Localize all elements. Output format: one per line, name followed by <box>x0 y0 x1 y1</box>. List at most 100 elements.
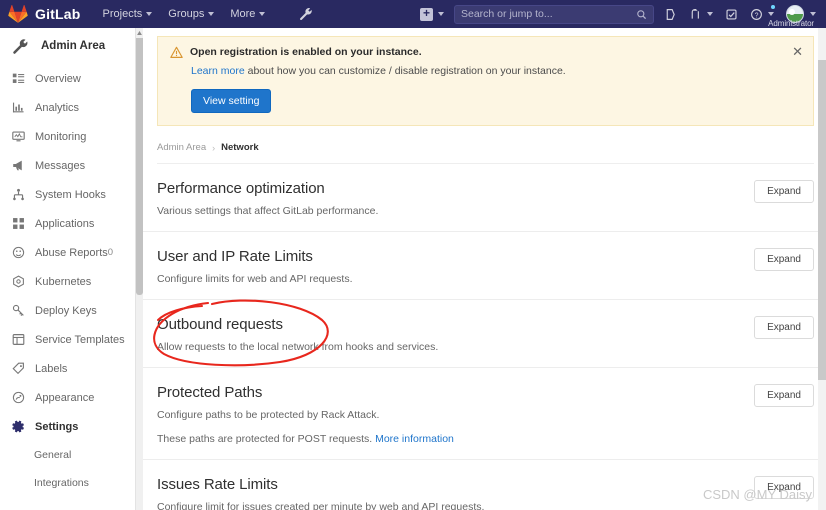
expand-button[interactable]: Expand <box>754 180 814 203</box>
deploy-keys-icon <box>12 304 24 316</box>
alert-title: Open registration is enabled on your ins… <box>190 46 422 58</box>
sidebar-subitem-general[interactable]: General <box>0 441 135 469</box>
sidebar-item-analytics[interactable]: Analytics <box>0 93 135 122</box>
section-note: These paths are protected for POST reque… <box>157 433 814 445</box>
monitoring-icon <box>12 131 25 142</box>
sidebar-item-settings-label: Settings <box>35 420 79 433</box>
learn-more-link[interactable]: Learn more <box>191 65 245 77</box>
nav-item-projects[interactable]: Projects <box>103 8 153 20</box>
breadcrumb: Admin Area › Network <box>157 142 814 164</box>
applications-icon <box>13 218 24 229</box>
sidebar-subitem-integrations-label: Integrations <box>34 477 89 489</box>
abuse-reports-count-badge: 0 <box>107 247 113 258</box>
sidebar-item-system-hooks-label: System Hooks <box>35 188 106 201</box>
kubernetes-icon <box>13 275 24 288</box>
service-templates-icon <box>12 334 25 345</box>
sidebar-context-title: Admin Area <box>41 40 106 52</box>
breadcrumb-root[interactable]: Admin Area <box>157 142 206 153</box>
merge-requests-icon[interactable] <box>683 0 719 28</box>
alert-description: Learn more about how you can customize /… <box>191 65 801 77</box>
chevron-down-icon <box>810 12 816 16</box>
sidebar-item-overview[interactable]: Overview <box>0 64 135 93</box>
sidebar-item-monitoring-label: Monitoring <box>35 130 87 143</box>
section-outbound-requests: Outbound requests Allow requests to the … <box>143 300 826 368</box>
sidebar-item-abuse-reports[interactable]: Abuse Reports 0 <box>0 238 135 267</box>
chevron-down-icon <box>146 12 153 16</box>
open-registration-alert: Open registration is enabled on your ins… <box>157 36 814 126</box>
watermark: CSDN @MY Daisy <box>702 487 812 502</box>
sidebar-item-overview-label: Overview <box>35 72 81 85</box>
chevron-down-icon <box>707 12 713 16</box>
sidebar-item-abuse-reports-label: Abuse Reports <box>35 246 108 259</box>
sidebar-item-appearance[interactable]: Appearance <box>0 383 135 412</box>
chevron-down-icon <box>438 12 444 16</box>
abuse-reports-icon <box>12 246 25 259</box>
chevron-down-icon <box>768 12 774 16</box>
breadcrumb-current[interactable]: Network <box>221 142 258 153</box>
sidebar-item-service-templates-label: Service Templates <box>35 333 125 346</box>
search-icon <box>637 9 647 19</box>
more-information-link[interactable]: More information <box>375 433 454 445</box>
sidebar-item-applications-label: Applications <box>35 217 95 230</box>
expand-button[interactable]: Expand <box>754 248 814 271</box>
section-description: Allow requests to the local network from… <box>157 341 439 353</box>
labels-icon <box>12 362 24 375</box>
section-description: Various settings that affect GitLab perf… <box>157 205 379 217</box>
section-note-text: These paths are protected for POST reque… <box>157 433 376 445</box>
sidebar-item-kubernetes[interactable]: Kubernetes <box>0 267 135 296</box>
main-content: Open registration is enabled on your ins… <box>143 28 826 510</box>
sidebar-scroll-up-arrow[interactable] <box>136 28 143 38</box>
sidebar-item-messages-label: Messages <box>35 159 86 172</box>
chevron-down-icon <box>208 12 215 16</box>
sidebar-item-analytics-label: Analytics <box>35 101 80 114</box>
wrench-icon <box>13 38 28 54</box>
nav-item-more[interactable]: More <box>230 8 266 20</box>
close-icon[interactable]: ✕ <box>792 45 803 58</box>
create-new-button[interactable]: + <box>414 0 450 28</box>
search-input[interactable]: Search or jump to... <box>454 4 654 24</box>
system-hooks-icon <box>13 188 24 201</box>
section-description: Configure limits for web and API request… <box>157 273 353 285</box>
sidebar-item-monitoring[interactable]: Monitoring <box>0 122 135 151</box>
overview-icon <box>12 73 25 83</box>
section-protected-paths: Protected Paths Configure paths to be pr… <box>143 368 826 460</box>
section-description: Configure paths to be protected by Rack … <box>157 409 380 421</box>
appearance-icon <box>12 391 25 404</box>
expand-button[interactable]: Expand <box>754 384 814 407</box>
sidebar-item-kubernetes-label: Kubernetes <box>35 275 92 288</box>
sidebar-item-system-hooks[interactable]: System Hooks <box>0 180 135 209</box>
todos-icon[interactable] <box>719 0 744 28</box>
nav-item-more-label: More <box>230 8 256 20</box>
page-scrollbar-thumb[interactable] <box>818 60 826 380</box>
sidebar-item-labels[interactable]: Labels <box>0 354 135 383</box>
search-placeholder: Search or jump to... <box>461 8 553 20</box>
sidebar-item-messages[interactable]: Messages <box>0 151 135 180</box>
expand-button[interactable]: Expand <box>754 316 814 339</box>
sidebar-context-header[interactable]: Admin Area <box>0 28 135 64</box>
nav-item-groups[interactable]: Groups <box>168 8 215 20</box>
left-sidebar: Admin Area Overview Analytics Monitoring <box>0 28 136 510</box>
wrench-icon[interactable] <box>299 7 313 21</box>
alert-description-text: about how you can customize / disable re… <box>244 65 566 77</box>
top-navbar: GitLab Projects Groups More + Search or … <box>0 0 826 28</box>
sidebar-scrollbar-thumb[interactable] <box>136 10 143 295</box>
sidebar-item-deploy-keys-label: Deploy Keys <box>35 304 97 317</box>
section-user-and-ip-rate-limits: User and IP Rate Limits Configure limits… <box>143 232 826 300</box>
issues-icon[interactable] <box>658 0 683 28</box>
nav-item-projects-label: Projects <box>102 8 143 20</box>
sidebar-subitem-integrations[interactable]: Integrations <box>0 469 135 497</box>
view-setting-button[interactable]: View setting <box>191 89 272 113</box>
sidebar-item-applications[interactable]: Applications <box>0 209 135 238</box>
sidebar-item-deploy-keys[interactable]: Deploy Keys <box>0 296 135 325</box>
sidebar-item-labels-label: Labels <box>35 362 68 375</box>
sidebar-item-appearance-label: Appearance <box>35 391 95 404</box>
navbar-menu: Projects Groups More <box>103 7 314 21</box>
sidebar-item-settings[interactable]: Settings <box>0 412 135 441</box>
chevron-down-icon <box>259 12 266 16</box>
plus-square-icon: + <box>420 7 433 21</box>
sidebar-item-service-templates[interactable]: Service Templates <box>0 325 135 354</box>
gitlab-tanuki-icon[interactable] <box>8 4 28 24</box>
notification-dot-icon <box>771 5 775 9</box>
svg-text:?: ? <box>755 12 759 19</box>
nav-item-groups-label: Groups <box>168 8 205 20</box>
